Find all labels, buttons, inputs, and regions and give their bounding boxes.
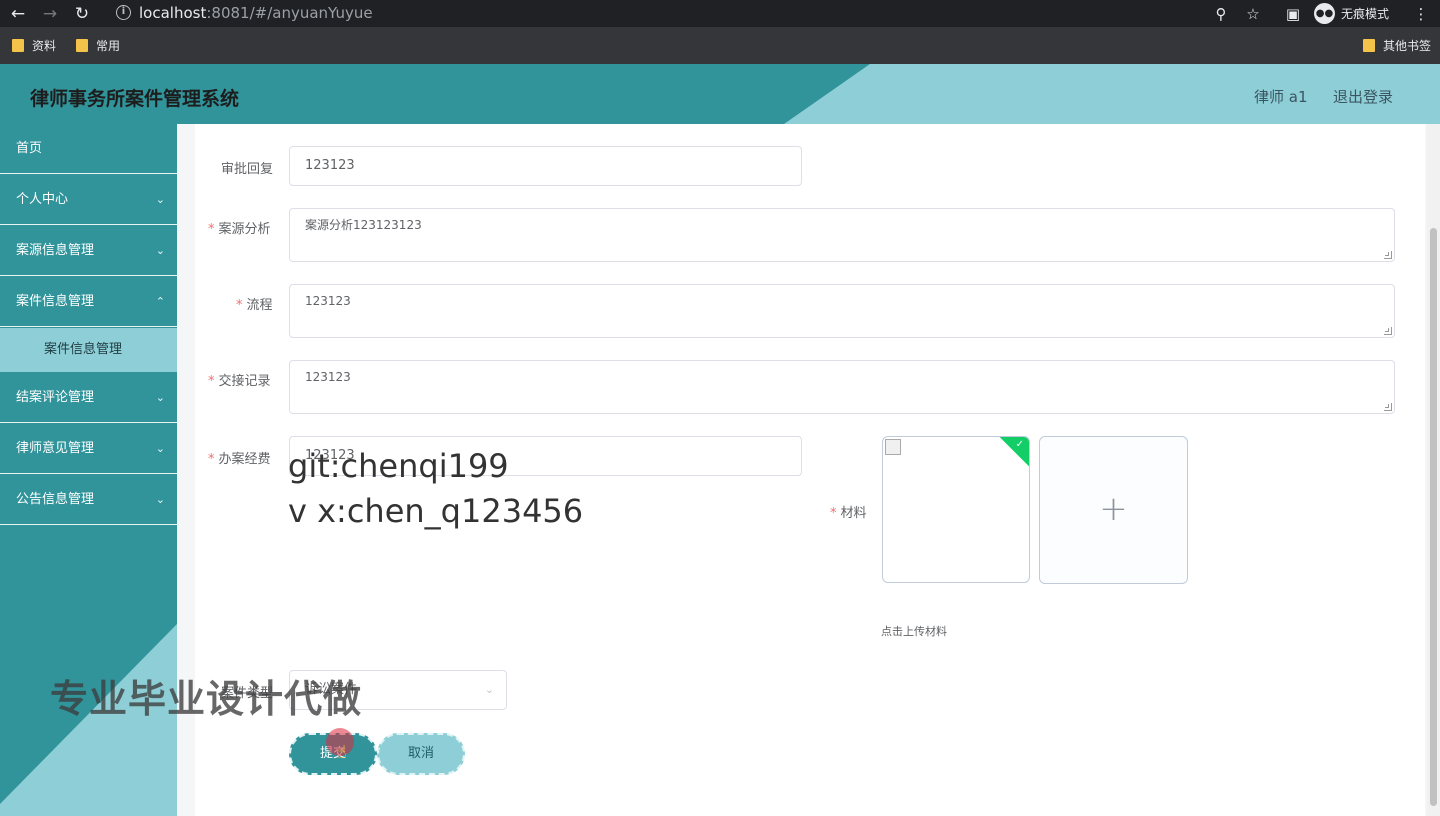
url-text[interactable]: localhost:8081/#/anyuanYuyue	[139, 4, 373, 22]
scrollbar-thumb[interactable]	[1430, 228, 1437, 806]
watermark-ad: 专业毕业设计代做	[50, 677, 363, 721]
broken-image-icon	[885, 439, 901, 455]
folder-icon	[12, 39, 24, 52]
address-bar[interactable]: i localhost:8081/#/anyuanYuyue	[104, 0, 1274, 27]
process-textarea[interactable]: 123123	[289, 284, 1395, 338]
hand-cursor-icon: ☝	[336, 742, 347, 763]
star-icon[interactable]: ☆	[1242, 3, 1264, 25]
sidebar-item-closing-review[interactable]: 结案评论管理 ⌄	[0, 373, 177, 423]
resize-handle[interactable]	[1384, 327, 1392, 335]
materials-label: * 材料	[830, 506, 867, 521]
check-icon: ✓	[1015, 439, 1024, 450]
approval-reply-input[interactable]: 123123	[289, 146, 802, 186]
cancel-button[interactable]: 取消	[377, 733, 465, 775]
incognito-icon: ●●	[1314, 2, 1335, 24]
sidebar-item-home[interactable]: 首页	[0, 124, 177, 174]
process-label: * 流程	[236, 298, 273, 313]
user-role: 律师 a1	[1254, 88, 1308, 106]
approval-reply-label: 审批回复	[221, 162, 274, 177]
folder-icon	[76, 39, 88, 52]
handover-label: * 交接记录	[208, 374, 271, 389]
sidebar-item-personal[interactable]: 个人中心 ⌄	[0, 175, 177, 225]
plus-icon: +	[1099, 489, 1128, 529]
forward-icon[interactable]: →	[39, 3, 61, 25]
sidebar-item-case-source[interactable]: 案源信息管理 ⌄	[0, 226, 177, 276]
sidebar-item-case-info[interactable]: 案件信息管理 ⌃	[0, 277, 177, 327]
case-analysis-textarea[interactable]: 案源分析123123123	[289, 208, 1395, 262]
watermark-wechat: v x:chen_q123456	[288, 492, 584, 530]
app-header: 律师事务所案件管理系统 律师 a1 退出登录	[0, 64, 1440, 124]
bookmark-folder-1[interactable]: 常用	[76, 37, 120, 54]
chevron-down-icon: ⌄	[155, 493, 165, 506]
key-icon[interactable]: ⚲	[1210, 3, 1232, 25]
chevron-down-icon: ⌄	[484, 683, 494, 696]
logout-link[interactable]: 退出登录	[1333, 86, 1393, 107]
browser-toolbar: ← → ↻ i localhost:8081/#/anyuanYuyue ⚲ ☆…	[0, 0, 1440, 27]
resize-handle[interactable]	[1384, 403, 1392, 411]
other-bookmarks[interactable]: 其他书签	[1363, 37, 1431, 54]
chevron-down-icon: ⌄	[155, 193, 165, 206]
chevron-down-icon: ⌄	[155, 442, 165, 455]
back-icon[interactable]: ←	[7, 3, 29, 25]
upload-success-badge	[996, 437, 1029, 469]
uploaded-file-thumbnail[interactable]: ✓	[882, 436, 1030, 583]
bookmarks-bar: 资料 常用 其他书签	[0, 27, 1440, 64]
info-icon[interactable]: i	[116, 5, 131, 20]
case-analysis-label: * 案源分析	[208, 222, 271, 237]
page-title: 律师事务所案件管理系统	[30, 88, 240, 110]
sidebar-item-announcement[interactable]: 公告信息管理 ⌄	[0, 475, 177, 525]
chevron-down-icon: ⌄	[155, 391, 165, 404]
reload-icon[interactable]: ↻	[71, 3, 93, 25]
chevron-down-icon: ⌄	[155, 244, 165, 257]
bookmark-folder-0[interactable]: 资料	[12, 37, 56, 54]
sidebar-toggle-icon[interactable]: ▣	[1282, 3, 1304, 25]
sidebar-subitem-case-info[interactable]: 案件信息管理	[0, 328, 177, 372]
upload-tip: 点击上传材料	[881, 625, 947, 638]
upload-button[interactable]: +	[1039, 436, 1188, 584]
chevron-down-icon: ⌃	[155, 295, 165, 308]
sidebar-item-lawyer-opinion[interactable]: 律师意见管理 ⌄	[0, 424, 177, 474]
watermark-git: git:chenqi199	[288, 447, 509, 485]
scrollbar[interactable]	[1427, 124, 1440, 816]
kebab-menu-icon[interactable]: ⋮	[1410, 3, 1432, 25]
resize-handle[interactable]	[1384, 251, 1392, 259]
incognito-indicator[interactable]: ●● 无痕模式	[1314, 2, 1389, 24]
handover-textarea[interactable]: 123123	[289, 360, 1395, 414]
expense-label: * 办案经费	[208, 452, 271, 467]
incognito-label: 无痕模式	[1341, 6, 1390, 21]
folder-icon	[1363, 39, 1375, 52]
